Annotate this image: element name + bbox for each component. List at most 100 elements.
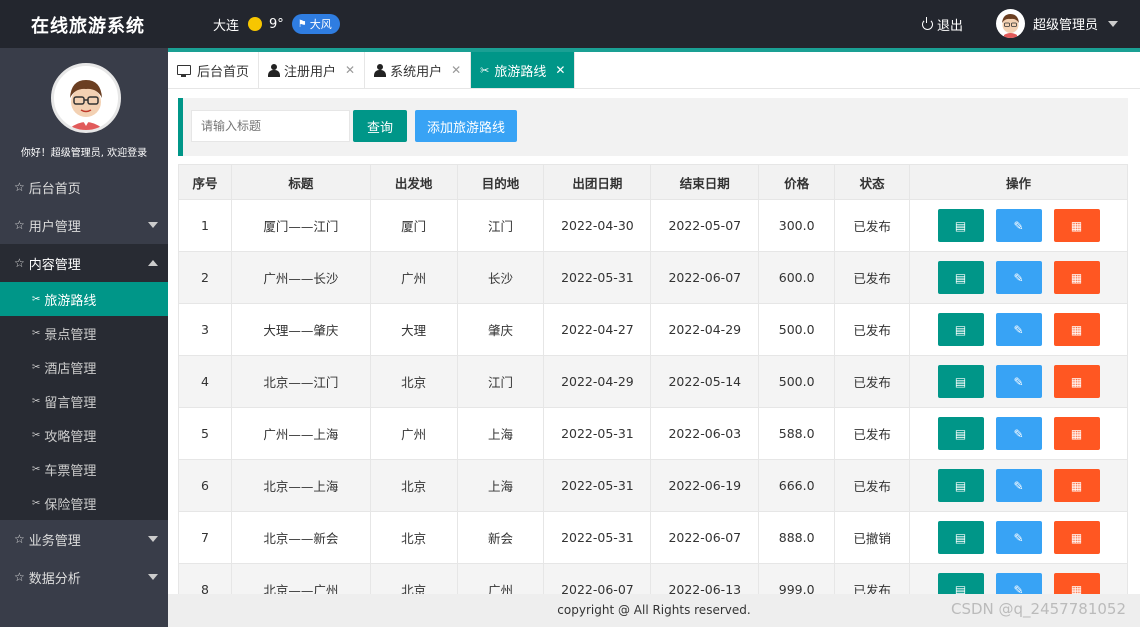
table-cell: 2022-05-31 (543, 251, 652, 304)
document-icon: ▤ (954, 322, 967, 337)
query-button[interactable]: 查询 (353, 110, 407, 142)
sidebar-nav: ☆ 后台首页 ☆ 用户管理 ☆ 内容管理 ✂ 旅游路线 ✂ 景点管理 ✂ 酒店管理 ✂… (0, 168, 168, 596)
search-toolbar: 查询 添加旅游路线 (178, 98, 1128, 156)
delete-button[interactable]: ▦ (1053, 417, 1100, 450)
sidebar-item-business[interactable]: ☆ 业务管理 (0, 520, 168, 558)
trash-icon: ▦ (1070, 426, 1083, 441)
tab-registered-users[interactable]: 注册用户 ✕ (259, 52, 366, 88)
document-icon: ▤ (954, 374, 967, 389)
sidebar-item-home[interactable]: ☆ 后台首页 (0, 168, 168, 206)
edit-button[interactable]: ✎ (995, 365, 1042, 398)
sidebar-subitem-label: 车票管理 (44, 463, 97, 479)
monitor-icon (177, 65, 191, 77)
table-cell: 588.0 (758, 407, 836, 460)
table-cell: 2022-04-29 (543, 355, 652, 408)
close-icon[interactable]: ✕ (555, 63, 565, 77)
edit-button[interactable]: ✎ (995, 521, 1042, 554)
edit-button[interactable]: ✎ (995, 573, 1042, 595)
weather-widget: 大连 9° ⚑ 大风 (213, 14, 340, 34)
sidebar-subitem-label: 酒店管理 (44, 361, 97, 377)
table-cell: 已发布 (834, 407, 911, 460)
table-cell: 2022-05-31 (543, 511, 652, 564)
edit-button[interactable]: ✎ (995, 261, 1042, 294)
view-button[interactable]: ▤ (937, 313, 984, 346)
sidebar-item-users[interactable]: ☆ 用户管理 (0, 206, 168, 244)
logout-button[interactable]: 退出 (922, 15, 963, 34)
close-icon[interactable]: ✕ (451, 63, 461, 77)
table-cell: 上海 (456, 459, 545, 512)
pencil-icon: ✎ (1013, 582, 1024, 595)
tab-home[interactable]: 后台首页 (168, 52, 260, 88)
delete-button[interactable]: ▦ (1053, 573, 1100, 594)
table-cell: 8 (178, 563, 232, 594)
table-cell: 2022-04-30 (543, 199, 652, 252)
table-cell: 3 (178, 303, 232, 356)
view-button[interactable]: ▤ (937, 573, 984, 594)
view-button[interactable]: ▤ (937, 417, 984, 450)
delete-button[interactable]: ▦ (1053, 521, 1100, 554)
table-cell: 已发布 (834, 303, 911, 356)
tab-system-users[interactable]: 系统用户 ✕ (365, 52, 472, 88)
edit-button[interactable]: ✎ (995, 469, 1042, 502)
table-row: 2 广州——长沙 广州 长沙 2022-05-31 2022-06-07 600.0 已发布 ▤… (178, 251, 1128, 304)
delete-button[interactable]: ▦ (1053, 261, 1100, 294)
table-cell: 肇庆 (456, 303, 545, 356)
tab-travel-routes[interactable]: ✂ 旅游路线 ✕ (471, 52, 576, 88)
route-icon: ✂ (32, 429, 41, 441)
table-cell: 已发布 (834, 563, 911, 594)
trash-icon: ▦ (1070, 530, 1083, 545)
route-icon: ✂ (480, 63, 490, 77)
actions-cell: ▤ ✎ ▦ (909, 407, 1128, 460)
edit-button[interactable]: ✎ (995, 417, 1042, 450)
column-header: 出发地 (369, 164, 458, 200)
sidebar-subitem-tickets[interactable]: ✂ 车票管理 (0, 452, 168, 486)
column-header: 出团日期 (543, 164, 652, 200)
column-header: 价格 (758, 164, 836, 200)
table-cell: 厦门——江门 (230, 199, 371, 252)
table-cell: 7 (178, 511, 232, 564)
tab-bar: 后台首页 注册用户 ✕ 系统用户 ✕ ✂ 旅游路线 ✕ (168, 52, 1140, 89)
user-menu[interactable]: 超级管理员 (996, 9, 1119, 38)
table-row: 1 厦门——江门 厦门 江门 2022-04-30 2022-05-07 300.0 已发布 ▤… (178, 199, 1128, 252)
table-cell: 北京 (369, 511, 458, 564)
pencil-icon: ✎ (1013, 322, 1024, 337)
sidebar-subitem-guides[interactable]: ✂ 攻略管理 (0, 418, 168, 452)
delete-button[interactable]: ▦ (1053, 209, 1100, 242)
column-header: 操作 (909, 164, 1128, 200)
power-icon (922, 17, 933, 30)
sidebar-subitem-routes[interactable]: ✂ 旅游路线 (0, 282, 168, 316)
sidebar: 你好！超级管理员, 欢迎登录 ☆ 后台首页 ☆ 用户管理 ☆ 内容管理 ✂ 旅游路… (0, 48, 168, 627)
view-button[interactable]: ▤ (937, 261, 984, 294)
chevron-down-icon (148, 222, 158, 228)
top-bar: 在线旅游系统 大连 9° ⚑ 大风 退出 超级管理员 (0, 0, 1140, 48)
sidebar-subitem-scenic[interactable]: ✂ 景点管理 (0, 316, 168, 350)
table-cell: 2022-06-13 (650, 563, 760, 594)
sidebar-subitem-insurance[interactable]: ✂ 保险管理 (0, 486, 168, 520)
search-input[interactable] (191, 110, 350, 142)
view-button[interactable]: ▤ (937, 521, 984, 554)
pencil-icon: ✎ (1013, 478, 1024, 493)
edit-button[interactable]: ✎ (995, 313, 1042, 346)
sidebar-subitem-messages[interactable]: ✂ 留言管理 (0, 384, 168, 418)
table-cell: 500.0 (758, 303, 836, 356)
user-icon (374, 63, 387, 77)
trash-icon: ▦ (1070, 374, 1083, 389)
trash-icon: ▦ (1070, 478, 1083, 493)
delete-button[interactable]: ▦ (1053, 313, 1100, 346)
delete-button[interactable]: ▦ (1053, 469, 1100, 502)
view-button[interactable]: ▤ (937, 365, 984, 398)
table-cell: 2022-04-27 (543, 303, 652, 356)
close-icon[interactable]: ✕ (345, 63, 355, 77)
add-route-button[interactable]: 添加旅游路线 (415, 110, 517, 142)
weather-city: 大连 (213, 18, 240, 34)
delete-button[interactable]: ▦ (1053, 365, 1100, 398)
view-button[interactable]: ▤ (937, 209, 984, 242)
pencil-icon: ✎ (1013, 530, 1024, 545)
view-button[interactable]: ▤ (937, 469, 984, 502)
edit-button[interactable]: ✎ (995, 209, 1042, 242)
avatar (996, 9, 1025, 38)
sidebar-item-analytics[interactable]: ☆ 数据分析 (0, 558, 168, 596)
sidebar-item-content[interactable]: ☆ 内容管理 (0, 244, 168, 282)
sidebar-subitem-hotel[interactable]: ✂ 酒店管理 (0, 350, 168, 384)
username: 超级管理员 (1033, 18, 1099, 33)
